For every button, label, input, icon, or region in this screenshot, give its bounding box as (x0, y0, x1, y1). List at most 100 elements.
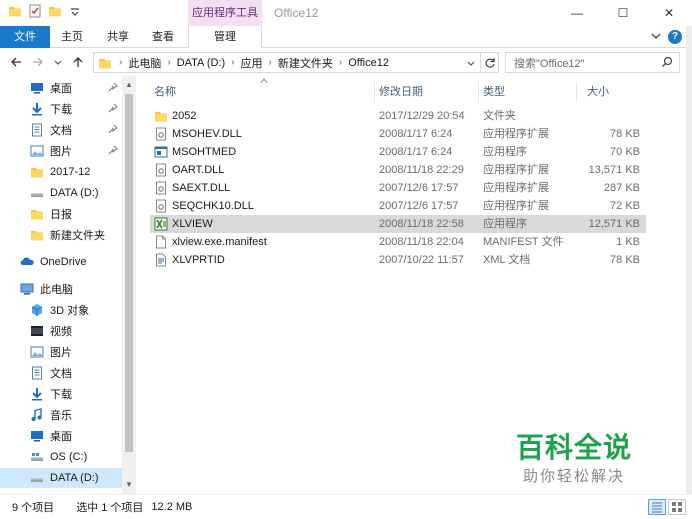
item-count: 9 个项目 (12, 502, 55, 514)
table-row[interactable]: MSOHTMED 2008/1/17 6:24 应用程序 70 KB (150, 143, 646, 161)
nav-item-desktop[interactable]: 桌面 (0, 78, 122, 98)
breadcrumb-item[interactable]: 新建文件夹 (275, 55, 336, 71)
nav-item-pictures-pc[interactable]: 图片 (0, 342, 122, 362)
details-view-button[interactable] (648, 499, 666, 515)
nav-item-data-drive[interactable]: DATA (D:) (0, 183, 122, 203)
folder-icon (31, 231, 43, 241)
address-dropdown-icon[interactable] (466, 58, 476, 68)
file-name: XLVPRTID (172, 254, 225, 266)
folder-icon[interactable] (8, 4, 22, 18)
search-input[interactable]: 搜索"Office12" (505, 52, 680, 73)
tab-view[interactable]: 查看 (143, 26, 183, 48)
nav-item-data-drive-pc[interactable]: DATA (D:) (0, 468, 122, 488)
breadcrumb-separator-icon[interactable]: › (228, 57, 237, 68)
table-row[interactable]: SAEXT.DLL 2007/12/6 17:57 应用程序扩展 287 KB (150, 179, 646, 197)
close-button[interactable]: ✕ (646, 0, 692, 26)
column-header-size[interactable]: 大小 (587, 82, 609, 102)
nav-item-documents[interactable]: 文档 (0, 120, 122, 140)
back-button[interactable] (8, 54, 24, 70)
nav-item-folder-daily[interactable]: 日报 (0, 204, 122, 224)
column-header-name[interactable]: 名称 (154, 82, 176, 102)
file-type: XML 文档 (483, 254, 531, 266)
nav-item-onedrive[interactable]: OneDrive (0, 252, 122, 272)
column-header-date[interactable]: 修改日期 (379, 82, 423, 102)
nav-item-folder-2017-12[interactable]: 2017-12 (0, 162, 122, 182)
quick-access-toolbar (8, 4, 82, 18)
column-divider[interactable] (374, 82, 375, 102)
dll-icon (156, 163, 166, 177)
new-folder-icon[interactable] (48, 4, 62, 18)
properties-icon[interactable] (28, 4, 42, 18)
breadcrumb-separator-icon[interactable]: › (266, 57, 275, 68)
large-icons-view-button[interactable] (668, 499, 686, 515)
customize-toolbar-icon[interactable] (68, 4, 82, 18)
nav-label: 桌面 (50, 431, 72, 443)
recent-locations-button[interactable] (50, 54, 66, 70)
table-row[interactable]: 2052 2017/12/29 20:54 文件夹 (150, 107, 646, 125)
pin-icon[interactable] (108, 103, 118, 113)
table-row-selected[interactable]: XLVIEW 2008/11/18 22:58 应用程序 12,571 KB (150, 215, 646, 233)
breadcrumb-item[interactable]: 应用 (238, 55, 266, 71)
nav-label: 视频 (50, 326, 72, 338)
nav-label: 日报 (50, 209, 72, 221)
file-type: 文件夹 (483, 110, 516, 122)
nav-scrollbar[interactable]: ▲ ▼ (122, 76, 136, 494)
address-bar[interactable]: › 此电脑 › DATA (D:) › 应用 › 新建文件夹 › Office1… (93, 52, 481, 73)
expand-ribbon-icon[interactable] (650, 30, 662, 42)
nav-item-pictures[interactable]: 图片 (0, 141, 122, 161)
breadcrumb-item[interactable]: DATA (D:) (174, 57, 228, 69)
minimize-button[interactable]: — (554, 0, 600, 26)
nav-item-folder-new[interactable]: 新建文件夹 (0, 225, 122, 245)
table-row[interactable]: OART.DLL 2008/11/18 22:29 应用程序扩展 13,571 … (150, 161, 646, 179)
table-row[interactable]: xlview.exe.manifest 2008/11/18 22:04 MAN… (150, 233, 646, 251)
forward-button[interactable] (30, 54, 46, 70)
table-row[interactable]: MSOHEV.DLL 2008/1/17 6:24 应用程序扩展 78 KB (150, 125, 646, 143)
breadcrumb-item[interactable]: Office12 (345, 57, 392, 69)
file-name: xlview.exe.manifest (172, 236, 267, 248)
status-bar: 9 个项目 选中 1 个项目 12.2 MB (0, 494, 692, 519)
tab-home[interactable]: 主页 (52, 26, 92, 48)
nav-item-this-pc[interactable]: 此电脑 (0, 279, 122, 299)
scrollbar-thumb[interactable] (125, 94, 133, 452)
file-size: 70 KB (610, 146, 640, 158)
help-icon[interactable]: ? (668, 30, 682, 44)
nav-item-videos[interactable]: 视频 (0, 321, 122, 341)
pin-icon[interactable] (108, 145, 118, 155)
file-name: MSOHEV.DLL (172, 128, 242, 140)
onedrive-icon (20, 257, 34, 265)
watermark-subtitle: 助你轻松解决 (523, 467, 626, 485)
nav-item-os-drive[interactable]: OS (C:) (0, 447, 122, 467)
column-divider[interactable] (478, 82, 479, 102)
nav-item-desktop-pc[interactable]: 桌面 (0, 426, 122, 446)
breadcrumb-separator-icon[interactable]: › (164, 57, 173, 68)
nav-item-downloads[interactable]: 下载 (0, 99, 122, 119)
tab-manage[interactable]: 管理 (188, 26, 262, 48)
refresh-button[interactable] (481, 52, 499, 73)
scroll-up-icon[interactable]: ▲ (124, 80, 134, 90)
scroll-down-icon[interactable]: ▼ (124, 480, 134, 490)
tab-share[interactable]: 共享 (98, 26, 138, 48)
column-header-type[interactable]: 类型 (483, 82, 505, 102)
window-edge (686, 26, 692, 494)
maximize-button[interactable]: ☐ (600, 0, 646, 26)
nav-item-documents-pc[interactable]: 文档 (0, 363, 122, 383)
computer-icon (20, 283, 34, 295)
nav-item-downloads-pc[interactable]: 下载 (0, 384, 122, 404)
breadcrumb-separator-icon[interactable]: › (116, 57, 125, 68)
up-button[interactable] (70, 54, 86, 70)
column-divider[interactable] (576, 82, 577, 102)
file-name: OART.DLL (172, 164, 225, 176)
breadcrumb-item[interactable]: 此电脑 (125, 55, 164, 71)
tab-file[interactable]: 文件 (0, 26, 50, 48)
table-row[interactable]: SEQCHK10.DLL 2007/12/6 17:57 应用程序扩展 72 K… (150, 197, 646, 215)
nav-label: 图片 (50, 146, 72, 158)
nav-item-3d-objects[interactable]: 3D 对象 (0, 300, 122, 320)
breadcrumb-separator-icon[interactable]: › (336, 57, 345, 68)
file-date: 2008/11/18 22:58 (379, 218, 464, 230)
pin-icon[interactable] (108, 124, 118, 134)
table-row[interactable]: XLVPRTID 2007/10/22 11:57 XML 文档 78 KB (150, 251, 646, 269)
pin-icon[interactable] (108, 82, 118, 92)
search-icon[interactable] (661, 56, 673, 68)
details-view-icon (652, 502, 662, 513)
nav-item-music[interactable]: 音乐 (0, 405, 122, 425)
